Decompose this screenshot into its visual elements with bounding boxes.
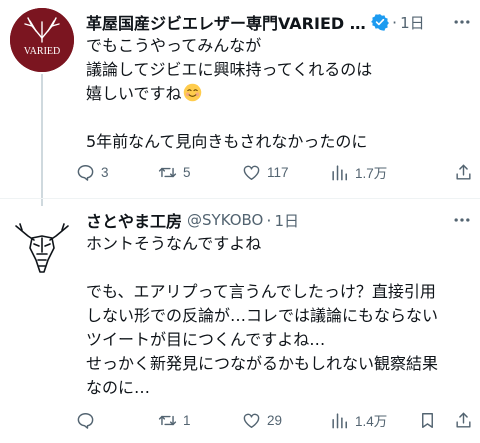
reply-icon: [77, 412, 94, 429]
separator-dot: ·: [392, 12, 398, 32]
author-name[interactable]: 革屋国産ジビエレザー専門VARIED (…: [86, 10, 368, 34]
share-button[interactable]: [454, 163, 473, 182]
deer-skull-logo: [15, 223, 69, 273]
thread-line: [41, 74, 43, 206]
tweet-2[interactable]: さとやま工房 @SYKOBO · 1日 ホントそうなんですよね でも、エアリプっ…: [0, 200, 480, 443]
tweet-header: さとやま工房 @SYKOBO · 1日: [86, 208, 472, 232]
analytics-bar-icon: [332, 412, 347, 428]
action-bar: 3 5 117 1.7万: [76, 160, 474, 184]
heart-icon: [243, 413, 260, 428]
more-options-icon[interactable]: [452, 210, 472, 230]
deer-antler-logo: VARIED: [10, 8, 74, 72]
tweet-text-line: 5年前なんて見向きもされなかったのに: [86, 132, 368, 151]
share-button[interactable]: [454, 411, 473, 430]
like-count: 117: [267, 164, 289, 180]
views-button[interactable]: 1.7万: [330, 162, 387, 182]
reply-count: 3: [101, 164, 109, 180]
tweet-text-line: でも、エアリプって言うんでしたっけ？直接引用: [86, 282, 436, 301]
share-icon: [456, 164, 471, 180]
share-icon: [456, 412, 471, 428]
tweet-text-line: なのに…: [86, 378, 151, 397]
reply-button[interactable]: 3: [76, 163, 109, 182]
action-bar: 1 29 1.4万: [76, 408, 474, 432]
smiling-face-icon: [183, 83, 201, 102]
tweet-text: でもこうやってみんなが 議論してジビエに興味持ってくれるのは 嬉しいですね 5年…: [86, 34, 474, 154]
retweet-button[interactable]: 5: [158, 163, 191, 182]
tweet-text: ホントそうなんですよね でも、エアリプって言うんでしたっけ？直接引用 しない形で…: [86, 232, 474, 400]
view-count: 1.7万: [355, 166, 388, 181]
tweet-text-line-with-emoji: 嬉しいですね: [86, 82, 474, 106]
author-name[interactable]: さとやま工房: [86, 208, 182, 232]
like-button[interactable]: 29: [242, 411, 282, 430]
author-handle[interactable]: @SYKOBO: [187, 211, 263, 229]
retweet-count: 5: [183, 164, 191, 180]
tweet-text-line: しない形での反論が…コレでは議論にもならない: [86, 306, 439, 325]
tweet-text-line: せっかく新発見につながるかもしれない観察結果: [86, 354, 439, 373]
like-button[interactable]: 117: [242, 163, 289, 182]
avatar-logo-text: VARIED: [24, 46, 60, 57]
heart-icon: [243, 165, 260, 180]
avatar[interactable]: VARIED: [10, 8, 74, 72]
bookmark-icon: [422, 412, 433, 428]
retweet-icon: [158, 415, 177, 425]
retweet-button[interactable]: 1: [158, 411, 191, 430]
divider: [0, 198, 480, 199]
retweet-count: 1: [183, 412, 191, 428]
separator-dot: ·: [266, 210, 272, 230]
more-options-icon[interactable]: [452, 12, 472, 32]
tweet-time[interactable]: 1日: [400, 12, 425, 33]
tweet-time[interactable]: 1日: [274, 210, 299, 231]
views-button[interactable]: 1.4万: [330, 410, 387, 430]
analytics-bar-icon: [332, 164, 347, 180]
reply-icon: [77, 164, 94, 181]
tweet-text-line: 議論してジビエに興味持ってくれるのは: [86, 60, 373, 79]
view-count: 1.4万: [355, 414, 388, 429]
tweet-text-line: ツイートが目につくんですよね…: [86, 330, 326, 349]
like-count: 29: [267, 412, 283, 428]
bookmark-button[interactable]: [418, 411, 437, 430]
tweet-1[interactable]: VARIED 革屋国産ジビエレザー専門VARIED (… · 1日 でもこうやっ…: [0, 0, 480, 206]
tweet-text-line: ホントそうなんですよね: [86, 234, 262, 253]
reply-button[interactable]: [76, 411, 95, 430]
tweet-text-fragment: 嬉しいですね: [86, 84, 182, 103]
avatar[interactable]: [10, 216, 74, 280]
verified-badge-icon: [371, 14, 389, 31]
tweet-text-line: でもこうやってみんなが: [86, 36, 262, 55]
retweet-icon: [158, 167, 177, 177]
tweet-header: 革屋国産ジビエレザー専門VARIED (… · 1日: [86, 10, 472, 34]
